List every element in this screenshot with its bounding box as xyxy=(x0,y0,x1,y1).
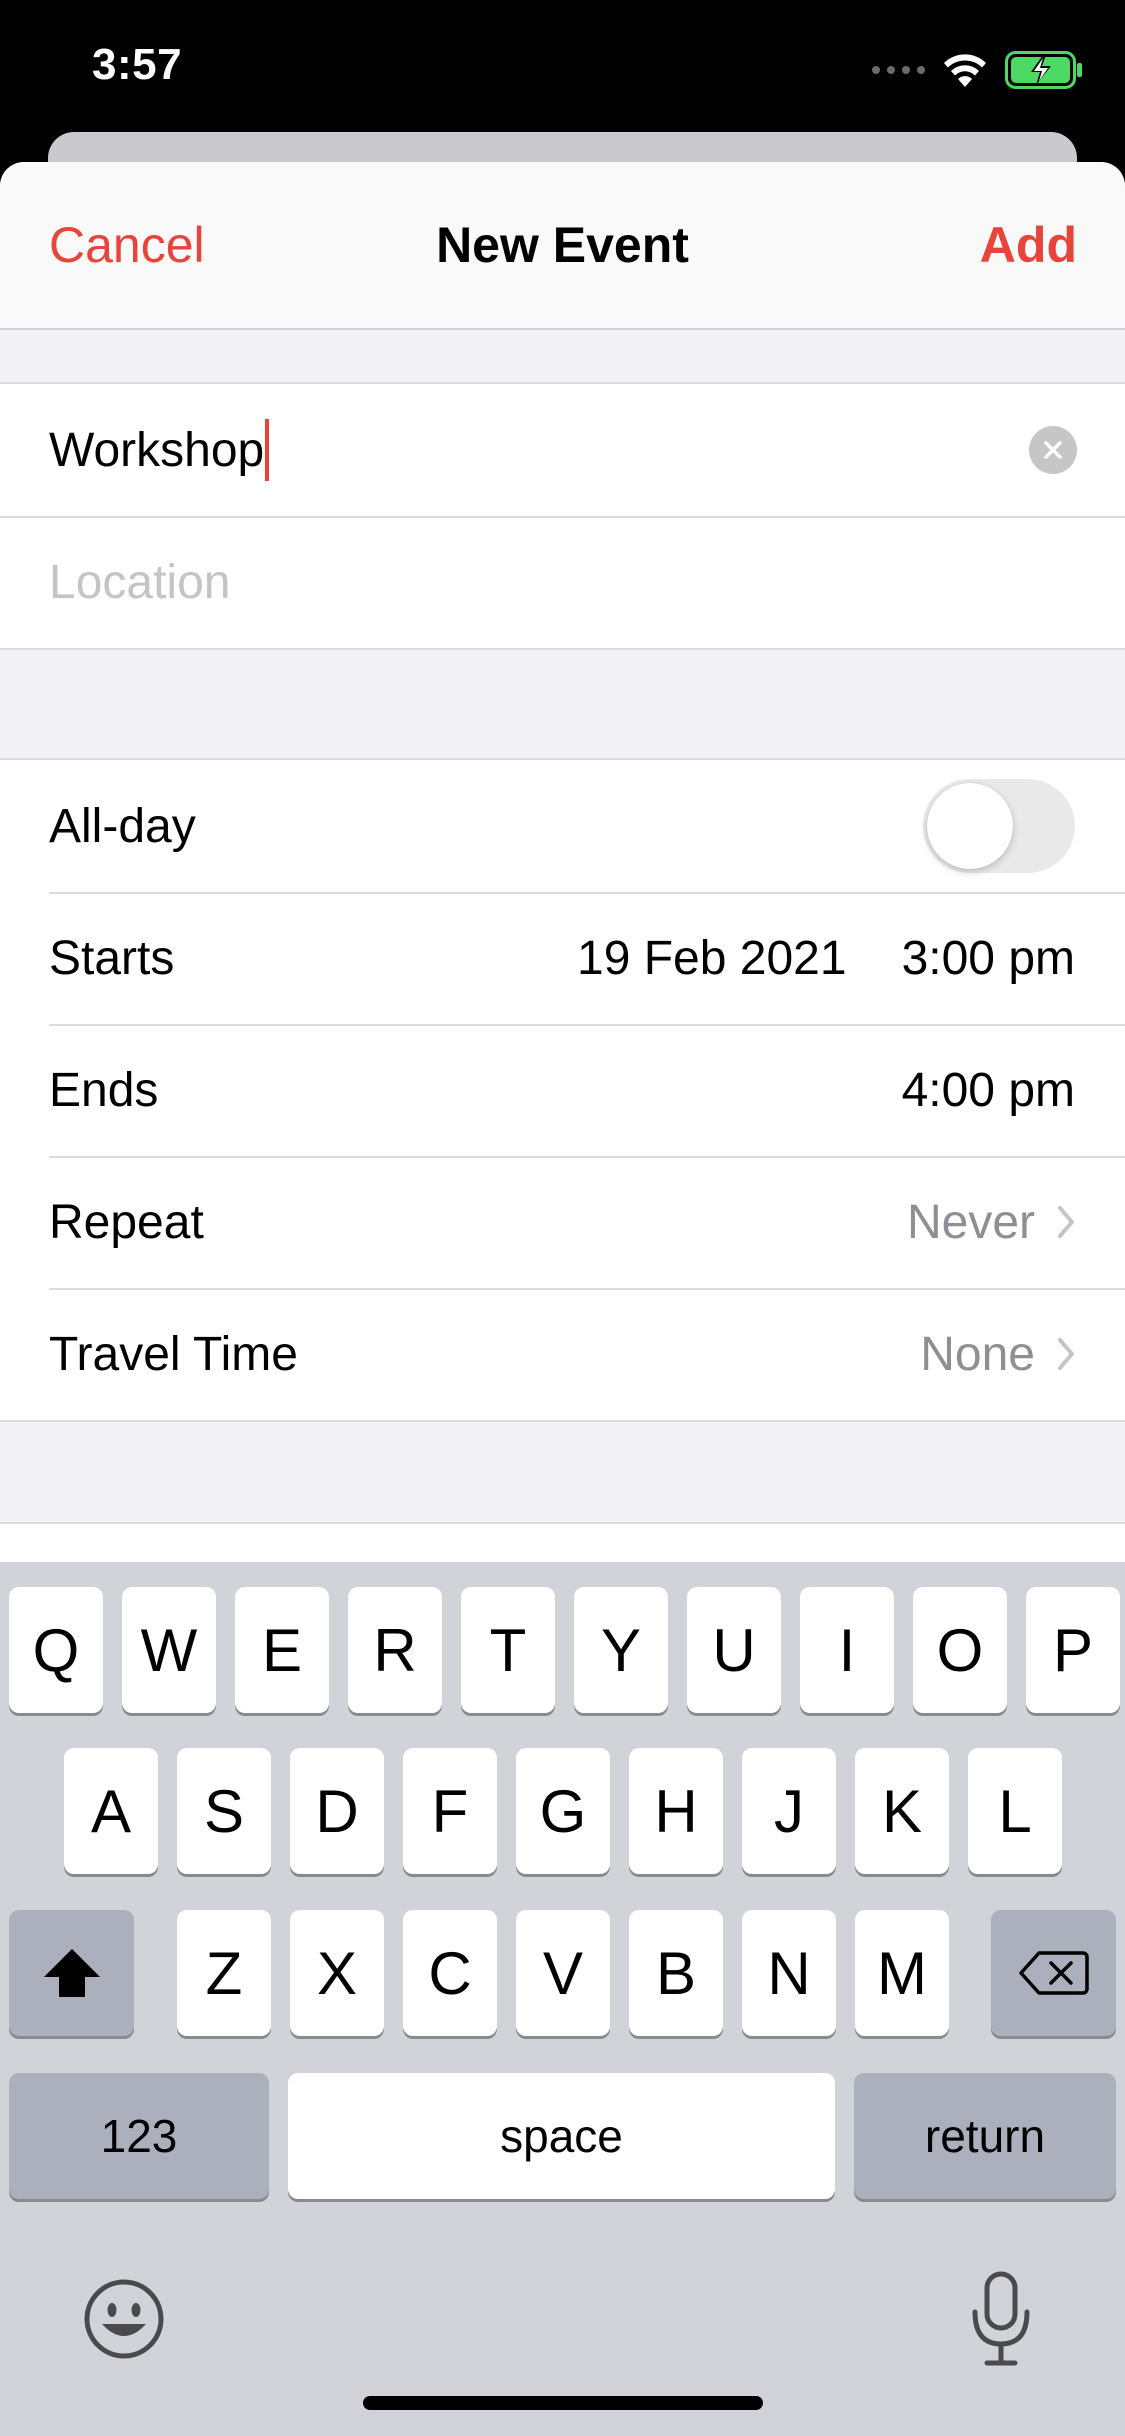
key-s[interactable]: S xyxy=(177,1748,271,1874)
shift-icon xyxy=(43,1949,100,1997)
key-v[interactable]: V xyxy=(516,1910,610,2036)
ends-label: Ends xyxy=(49,1063,159,1117)
navigation-bar: Cancel New Event Add xyxy=(0,162,1125,330)
location-field[interactable]: Location xyxy=(0,516,1125,648)
key-j[interactable]: J xyxy=(742,1748,836,1874)
key-c[interactable]: C xyxy=(403,1910,497,2036)
wifi-icon xyxy=(944,54,986,87)
new-event-sheet: Cancel New Event Add Workshop Location A… xyxy=(0,162,1125,1562)
key-e[interactable]: E xyxy=(235,1587,329,1713)
travel-time-value: None xyxy=(920,1327,1035,1381)
shift-key[interactable] xyxy=(9,1910,134,2036)
keyboard: QWERTYUIOP ASDFGHJKL ZXCVBNM 123 space r… xyxy=(0,1562,1125,2436)
location-placeholder[interactable]: Location xyxy=(49,555,230,610)
page-title: New Event xyxy=(436,217,689,273)
starts-row[interactable]: Starts 19 Feb 2021 3:00 pm xyxy=(0,892,1125,1024)
date-time-group: All-day Starts 19 Feb 2021 3:00 pm Ends … xyxy=(0,758,1125,1422)
start-time[interactable]: 3:00 pm xyxy=(902,931,1075,986)
chevron-right-icon xyxy=(1058,1206,1074,1238)
key-w[interactable]: W xyxy=(122,1587,216,1713)
repeat-label: Repeat xyxy=(49,1195,204,1249)
key-o[interactable]: O xyxy=(913,1587,1007,1713)
key-n[interactable]: N xyxy=(742,1910,836,2036)
status-time: 3:57 xyxy=(92,40,183,89)
start-date[interactable]: 19 Feb 2021 xyxy=(577,931,847,986)
title-location-group: Workshop Location xyxy=(0,382,1125,650)
status-bar: 3:57 xyxy=(0,0,1125,135)
ends-row[interactable]: Ends 4:00 pm xyxy=(0,1024,1125,1156)
repeat-value: Never xyxy=(906,1195,1035,1249)
space-key[interactable]: space xyxy=(288,2073,835,2199)
home-indicator xyxy=(363,2396,763,2410)
cellular-signal-icon xyxy=(872,66,925,74)
key-b[interactable]: B xyxy=(629,1910,723,2036)
key-i[interactable]: I xyxy=(800,1587,894,1713)
calendar-group xyxy=(0,1522,1125,1562)
title-input-text[interactable]: Workshop xyxy=(49,423,264,478)
battery-charging-icon xyxy=(1005,51,1082,89)
starts-label: Starts xyxy=(49,931,175,985)
title-field[interactable]: Workshop xyxy=(0,384,1125,516)
key-m[interactable]: M xyxy=(855,1910,949,2036)
key-x[interactable]: X xyxy=(290,1910,384,2036)
key-l[interactable]: L xyxy=(968,1748,1062,1874)
all-day-label: All-day xyxy=(49,799,196,853)
text-cursor xyxy=(265,419,270,481)
key-y[interactable]: Y xyxy=(574,1587,668,1713)
travel-time-row[interactable]: Travel Time None xyxy=(0,1288,1125,1420)
key-p[interactable]: P xyxy=(1026,1587,1120,1713)
toggle-knob xyxy=(927,783,1013,869)
return-key[interactable]: return xyxy=(854,2073,1116,2199)
status-icons xyxy=(872,50,1085,90)
key-t[interactable]: T xyxy=(461,1587,555,1713)
all-day-toggle[interactable] xyxy=(923,779,1075,873)
key-r[interactable]: R xyxy=(348,1587,442,1713)
key-z[interactable]: Z xyxy=(177,1910,271,2036)
clear-icon[interactable] xyxy=(1029,426,1077,474)
numbers-key[interactable]: 123 xyxy=(9,2073,269,2199)
travel-time-label: Travel Time xyxy=(49,1327,298,1381)
backspace-key[interactable] xyxy=(991,1910,1116,2036)
microphone-icon[interactable] xyxy=(969,2270,1033,2368)
key-a[interactable]: A xyxy=(64,1748,158,1874)
all-day-row: All-day xyxy=(0,760,1125,892)
key-k[interactable]: K xyxy=(855,1748,949,1874)
chevron-right-icon xyxy=(1058,1338,1074,1370)
key-d[interactable]: D xyxy=(290,1748,384,1874)
end-time[interactable]: 4:00 pm xyxy=(902,1063,1075,1118)
key-g[interactable]: G xyxy=(516,1748,610,1874)
repeat-row[interactable]: Repeat Never xyxy=(0,1156,1125,1288)
key-u[interactable]: U xyxy=(687,1587,781,1713)
key-f[interactable]: F xyxy=(403,1748,497,1874)
emoji-icon[interactable] xyxy=(83,2278,165,2360)
backspace-icon xyxy=(1018,1951,1089,1995)
add-button[interactable]: Add xyxy=(980,216,1077,274)
key-q[interactable]: Q xyxy=(9,1587,103,1713)
key-h[interactable]: H xyxy=(629,1748,723,1874)
